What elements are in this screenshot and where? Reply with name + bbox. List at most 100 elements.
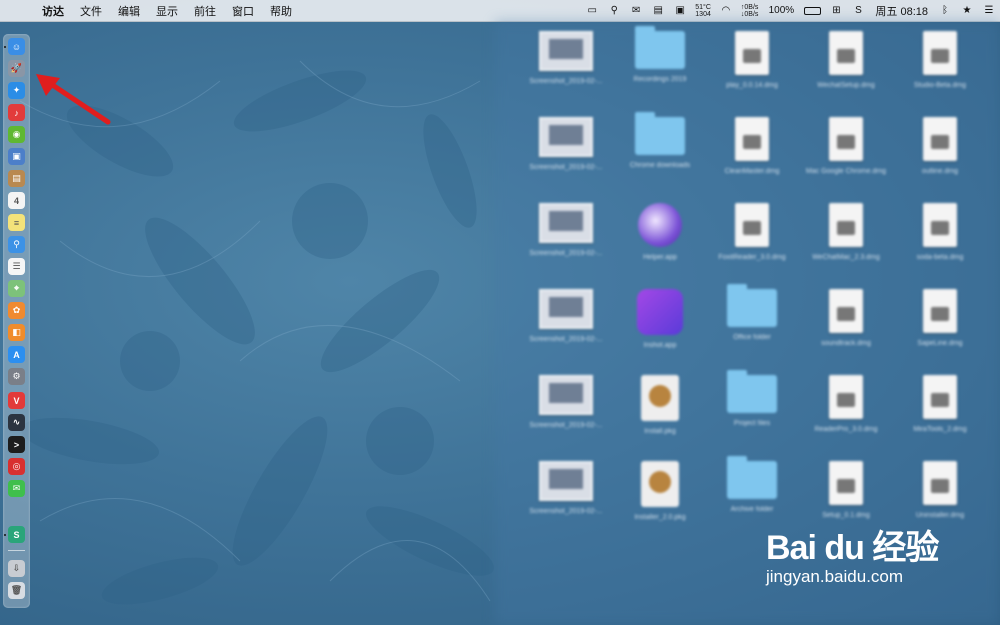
- menu-file[interactable]: 文件: [72, 3, 110, 19]
- desktop-item[interactable]: CleanMaster.dmg: [707, 117, 797, 176]
- desktop-item[interactable]: Recordings 2019: [615, 26, 705, 84]
- desktop-item[interactable]: WeChatMac_2.3.dmg: [801, 203, 891, 262]
- menu-go[interactable]: 前往: [186, 3, 224, 19]
- disk-image-icon: [923, 289, 957, 333]
- dock-preview-icon[interactable]: ▣: [8, 148, 25, 165]
- dock-android-icon[interactable]: ◉: [8, 126, 25, 143]
- desktop-item[interactable]: Screenshot_2019-02-...: [521, 289, 611, 344]
- dock-safari-icon[interactable]: ✦: [8, 82, 25, 99]
- desktop-item-label: play_0.0.14.dmg: [726, 82, 778, 89]
- input-method-icon[interactable]: ⊞: [829, 4, 843, 18]
- folder-icon: [727, 370, 777, 413]
- desktop-item-label: Office folder: [733, 334, 771, 341]
- dock-trash-icon[interactable]: 🗑: [8, 582, 25, 599]
- desktop-item[interactable]: Project files: [707, 370, 797, 428]
- dock-notes-brown-icon[interactable]: ▤: [8, 170, 25, 187]
- menu-help[interactable]: 帮助: [262, 3, 300, 19]
- menu-view[interactable]: 显示: [148, 3, 186, 19]
- dock-downloads-icon[interactable]: ⇩: [8, 560, 25, 577]
- desktop-item[interactable]: Studio-Beta.dmg: [895, 31, 985, 90]
- menu-app-name[interactable]: 访达: [34, 3, 72, 19]
- location-pin-icon[interactable]: ⚲: [607, 4, 621, 18]
- cpu-stats[interactable]: 51°C 1304: [695, 4, 711, 18]
- desktop-item-label: Setup_0.1.dmg: [822, 512, 870, 519]
- dock-reminders-icon[interactable]: ☰: [8, 258, 25, 275]
- dock-app-store-icon[interactable]: A: [8, 346, 25, 363]
- desktop-item[interactable]: Screenshot_2019-02-...: [521, 117, 611, 172]
- battery-percent[interactable]: 100%: [766, 4, 796, 18]
- dock-terminal-icon[interactable]: >: [8, 436, 25, 453]
- favorites-star-icon[interactable]: ★: [960, 4, 974, 18]
- desktop-item[interactable]: Uninstaller.dmg: [895, 461, 985, 520]
- dock-activity-monitor-icon[interactable]: ∿: [8, 414, 25, 431]
- desktop-item-label: FoxitReader_3.0.dmg: [718, 254, 786, 261]
- status-area: ▭ ⚲ ✉ ▤ ▣ 51°C 1304 ◠ ↑0B/s ↓0B/s 100% ⊞…: [581, 0, 1000, 21]
- desktop-item[interactable]: Setup_0.1.dmg: [801, 461, 891, 520]
- dock-vivaldi-icon[interactable]: V: [8, 392, 25, 409]
- desktop-item-label: Screenshot_2019-02-...: [529, 336, 603, 343]
- desktop-item[interactable]: outline.dmg: [895, 117, 985, 176]
- dock-netease-music-icon[interactable]: ♪: [8, 104, 25, 121]
- desktop-item[interactable]: Helper.app: [615, 203, 705, 262]
- dock-sogou-icon[interactable]: S: [8, 526, 25, 543]
- desktop-item[interactable]: MiraTools_2.dmg: [895, 375, 985, 434]
- desktop-item-label: Recordings 2019: [633, 76, 687, 83]
- desktop-item[interactable]: Screenshot_2019-02-...: [521, 375, 611, 430]
- dock-finder-icon[interactable]: ☺: [8, 38, 25, 55]
- desktop-item[interactable]: Screenshot_2019-02-...: [521, 31, 611, 86]
- dock-finder-search-icon[interactable]: ⚲: [8, 236, 25, 253]
- package-icon: [641, 461, 679, 507]
- dock-running-indicator: [4, 46, 6, 48]
- dock-launchpad-icon[interactable]: 🚀: [8, 60, 25, 77]
- desktop-item[interactable]: Chrome downloads: [615, 112, 705, 170]
- control-list-icon[interactable]: ☰: [982, 4, 996, 18]
- desktop-item-label: outline.dmg: [921, 168, 959, 175]
- clock[interactable]: 周五 08:18: [875, 3, 928, 19]
- desktop-item[interactable]: SapeLine.dmg: [895, 289, 985, 348]
- sogou-status-icon[interactable]: S: [851, 4, 865, 18]
- dock-notes-icon[interactable]: ≡: [8, 214, 25, 231]
- dock-wechat-icon[interactable]: ✉: [8, 480, 25, 497]
- desktop-item[interactable]: soda-beta.dmg: [895, 203, 985, 262]
- desktop-item[interactable]: WechatSetup.dmg: [801, 31, 891, 90]
- display-status-icon[interactable]: ▣: [673, 4, 687, 18]
- desktop-item[interactable]: Screenshot_2019-02-...: [521, 203, 611, 258]
- desktop-item[interactable]: Office folder: [707, 284, 797, 342]
- wifi-icon[interactable]: ◠: [719, 4, 733, 18]
- desktop-item[interactable]: Install.pkg: [615, 375, 705, 436]
- desktop-item[interactable]: soundtrack.dmg: [801, 289, 891, 348]
- desktop-item-label: Screenshot_2019-02-...: [529, 78, 603, 85]
- battery-icon[interactable]: [804, 6, 822, 15]
- desktop-item[interactable]: Screenshot_2019-02-...: [521, 461, 611, 516]
- menu-edit[interactable]: 编辑: [110, 3, 148, 19]
- desktop-item[interactable]: Archive folder: [707, 456, 797, 514]
- desktop-item-label: MiraTools_2.dmg: [913, 426, 967, 433]
- desktop-item-label: Screenshot_2019-02-...: [529, 508, 603, 515]
- keyboard-status-icon[interactable]: ▤: [651, 4, 665, 18]
- desktop-item[interactable]: ReaderPro_3.0.dmg: [801, 375, 891, 434]
- bluetooth-icon[interactable]: ᛒ: [938, 4, 952, 18]
- desktop-item[interactable]: Inshot.app: [615, 289, 705, 350]
- screen-capture-icon[interactable]: ▭: [585, 4, 599, 18]
- dock: ☺ 🚀 ✦ ♪ ◉ ▣ ▤ 4 ≡ ⚲ ☰ ⌖ ✿ ◧ A ⚙ V ∿ > ◎ ✉ S ⇩ 🗑: [3, 34, 30, 608]
- desktop-item[interactable]: play_0.0.14.dmg: [707, 31, 797, 90]
- desktop-item-label: Uninstaller.dmg: [915, 512, 965, 519]
- folder-icon: [727, 284, 777, 327]
- dock-books-icon[interactable]: ◧: [8, 324, 25, 341]
- desktop-item-label: Screenshot_2019-02-...: [529, 422, 603, 429]
- desktop-item[interactable]: Mac Google Chrome.dmg: [801, 117, 891, 176]
- network-speed[interactable]: ↑0B/s ↓0B/s: [741, 4, 759, 18]
- disk-image-icon: [829, 289, 863, 333]
- dock-system-preferences-icon[interactable]: ⚙: [8, 368, 25, 385]
- dock-calendar-icon[interactable]: 4: [8, 192, 25, 209]
- menu-window[interactable]: 窗口: [224, 3, 262, 19]
- cpu-temp: 51°C: [695, 3, 711, 11]
- disk-image-icon: [735, 203, 769, 247]
- desktop-item[interactable]: Installer_2.0.pkg: [615, 461, 705, 522]
- dock-netease-cloud-icon[interactable]: ◎: [8, 458, 25, 475]
- wechat-status-icon[interactable]: ✉: [629, 4, 643, 18]
- dock-photos-icon[interactable]: ✿: [8, 302, 25, 319]
- dock-maps-icon[interactable]: ⌖: [8, 280, 25, 297]
- desktop-item[interactable]: FoxitReader_3.0.dmg: [707, 203, 797, 262]
- menu-bar: 访达 文件 编辑 显示 前往 窗口 帮助 ▭ ⚲ ✉ ▤ ▣ 51°C 1304…: [0, 0, 1000, 22]
